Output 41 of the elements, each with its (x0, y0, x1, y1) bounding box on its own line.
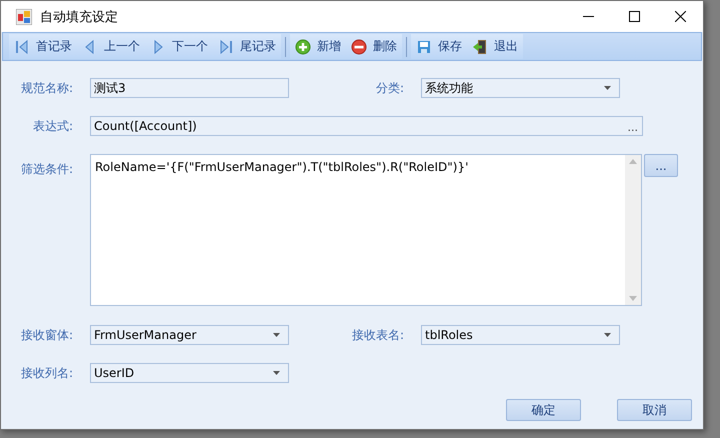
field-label: 接收表名: (350, 326, 405, 344)
dropdown-arrow-icon (273, 333, 280, 337)
exit-button[interactable]: 退出 (467, 34, 523, 59)
text-field[interactable]: 测试3 (90, 78, 289, 98)
field-label: 表达式: (32, 118, 74, 134)
ellipsis-button[interactable]: ... (628, 121, 638, 134)
dropdown-arrow-icon (273, 371, 280, 375)
dropdown-field[interactable]: UserID (90, 363, 289, 383)
app-icon (16, 8, 32, 24)
dropdown-arrow-icon (604, 86, 611, 90)
dropdown-arrow-icon (604, 333, 611, 337)
last-button[interactable]: 尾记录 (213, 34, 281, 59)
ok-button[interactable]: 确定 (506, 399, 581, 421)
delete-button[interactable]: 删除 (346, 34, 402, 59)
next-button[interactable]: 下一个 (145, 34, 213, 59)
dropdown-field[interactable]: 系统功能 (421, 78, 620, 98)
field-label: 规范名称: (20, 80, 74, 96)
scroll-down-icon (629, 296, 637, 301)
expression-field[interactable]: Count([Account]) ... (90, 116, 643, 136)
scroll-up-icon (629, 159, 637, 164)
add-button[interactable]: 新增 (290, 34, 346, 59)
minus-circle-icon (351, 38, 367, 54)
field-label: 分类: (374, 80, 405, 96)
last-record-icon (218, 38, 234, 54)
field-label: 接收窗体: (20, 326, 74, 344)
filter-text-area[interactable]: RoleName='{F("FrmUserManager").T("tblRoles").R("RoleID")}' (90, 154, 642, 306)
plus-circle-icon (295, 38, 311, 54)
maximize-icon (628, 11, 640, 22)
cancel-button[interactable]: 取消 (617, 399, 692, 421)
save-button[interactable]: 保存 (411, 34, 467, 59)
field-label: 筛选条件: (20, 161, 74, 178)
prev-button[interactable]: 上一个 (77, 34, 145, 59)
field-label: 接收列名: (20, 364, 74, 382)
window-title: 自动填充设定 (40, 8, 119, 26)
ellipsis-button[interactable]: ... (644, 154, 678, 177)
first-button[interactable]: 首记录 (9, 34, 77, 59)
exit-door-icon (472, 38, 488, 54)
dropdown-field[interactable]: tblRoles (421, 325, 620, 345)
dropdown-field[interactable]: FrmUserManager (90, 325, 289, 345)
first-record-icon (14, 38, 30, 54)
close-icon (674, 11, 686, 22)
